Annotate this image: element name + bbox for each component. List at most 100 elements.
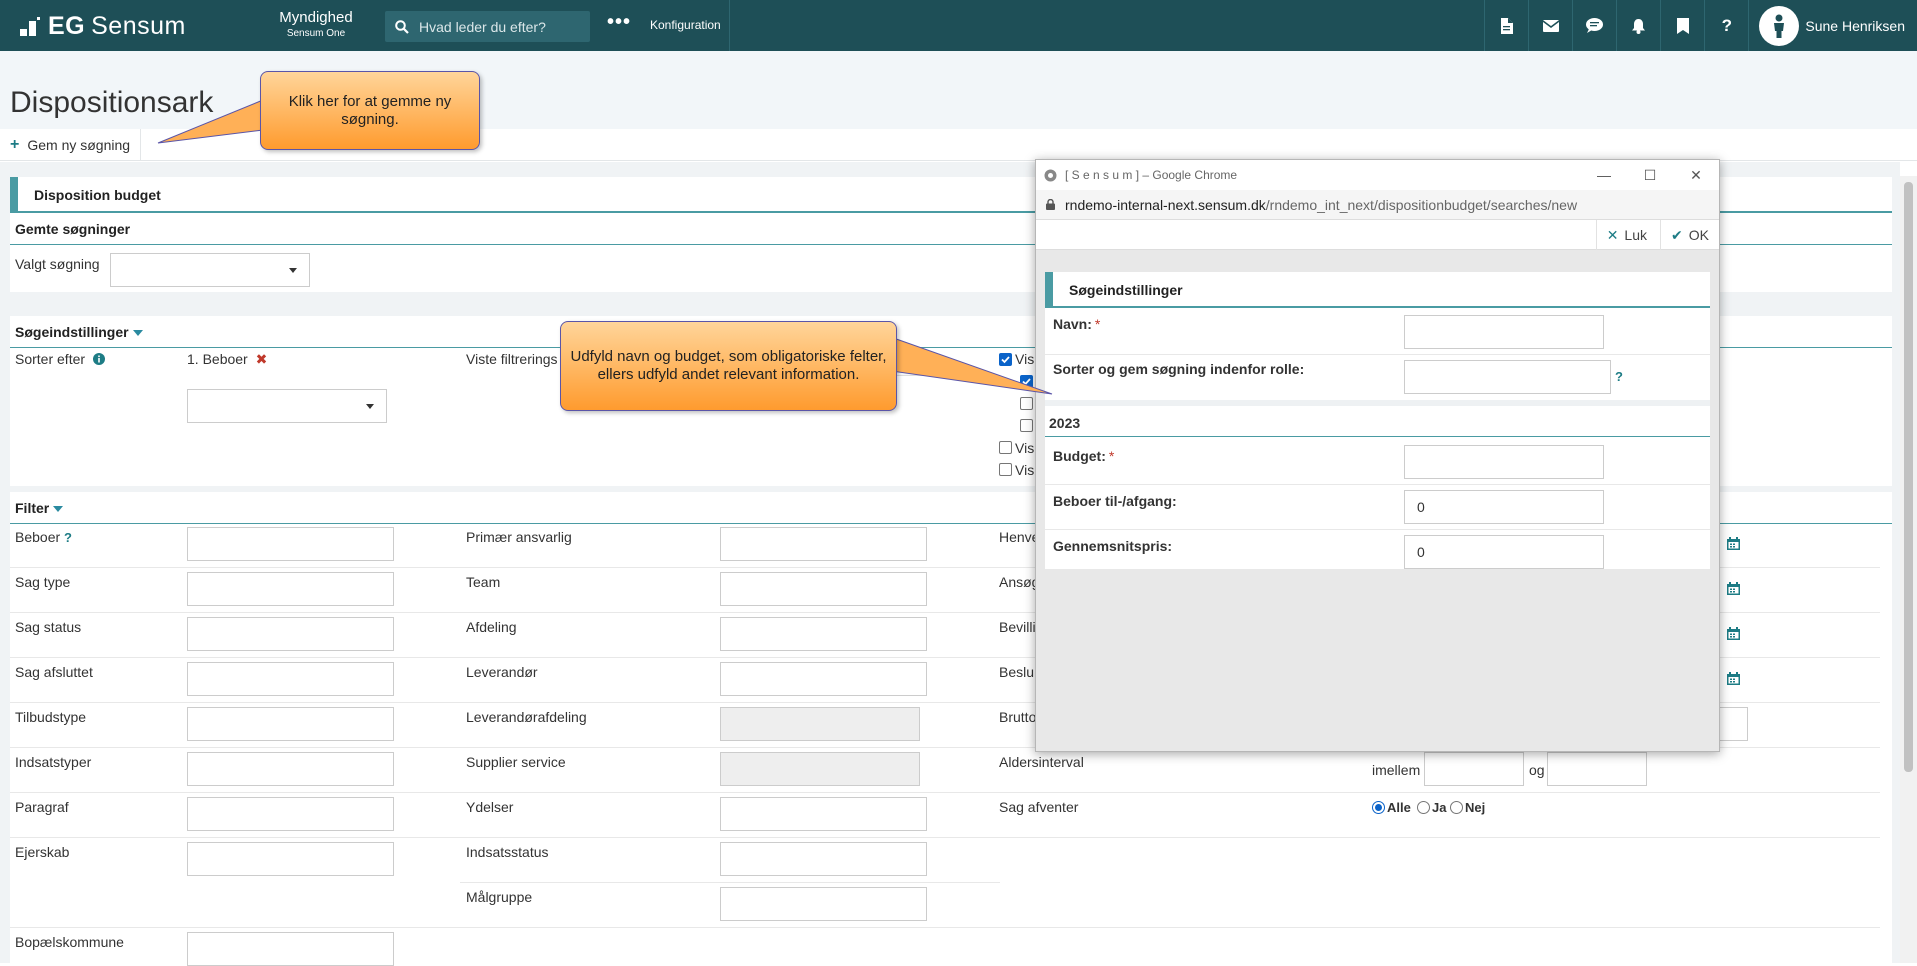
fill-hint-pointer bbox=[884, 334, 1053, 395]
paragraf-input[interactable] bbox=[187, 797, 394, 831]
shown-filters-label: Viste filtrerings bbox=[466, 351, 558, 367]
row-divider bbox=[1045, 354, 1710, 355]
avg-price-input[interactable]: 0 bbox=[1404, 535, 1604, 569]
show-filter-checkbox-4[interactable] bbox=[1020, 419, 1033, 432]
sag-type-input[interactable] bbox=[187, 572, 394, 606]
new-search-popup-window: [ S e n s u m ] – Google Chrome — ☐ ✕ rn… bbox=[1035, 159, 1720, 752]
url-path: /rndemo_int_next/dispositionbudget/searc… bbox=[1265, 196, 1578, 213]
help-icon[interactable]: ? bbox=[1615, 369, 1623, 384]
chosen-search-select[interactable] bbox=[110, 253, 310, 287]
age-to-input[interactable] bbox=[1547, 752, 1647, 786]
document-icon[interactable] bbox=[1484, 0, 1528, 51]
window-close-button[interactable]: ✕ bbox=[1673, 160, 1719, 190]
filter-label-sag-status: Sag status bbox=[15, 619, 82, 635]
tilbudstype-input[interactable] bbox=[187, 707, 394, 741]
help-icon[interactable]: ? bbox=[64, 530, 72, 545]
context-title: Myndighed bbox=[279, 9, 353, 26]
global-search bbox=[385, 11, 590, 42]
context-switcher[interactable]: Myndighed Sensum One bbox=[276, 9, 356, 39]
radio-alle[interactable] bbox=[1372, 801, 1385, 814]
team-input[interactable] bbox=[720, 572, 927, 606]
radio-nej-label: Nej bbox=[1465, 800, 1486, 815]
afdeling-input[interactable] bbox=[720, 617, 927, 651]
url-host: rndemo-internal-next.sensum.dk bbox=[1065, 196, 1266, 213]
show-filter-checkbox-5[interactable] bbox=[999, 441, 1012, 454]
person-icon bbox=[1774, 14, 1785, 38]
maximize-button[interactable]: ☐ bbox=[1627, 160, 1673, 190]
url-bar[interactable]: rndemo-internal-next.sensum.dk/rndemo_in… bbox=[1036, 190, 1719, 220]
bell-icon[interactable] bbox=[1616, 0, 1660, 51]
caret-down-icon bbox=[132, 330, 143, 337]
filter-label-ydelser: Ydelser bbox=[466, 799, 514, 815]
sort-by-select[interactable] bbox=[187, 389, 387, 423]
year-heading: 2023 bbox=[1049, 415, 1081, 431]
fill-fields-callout: Udfyld navn og budget, som obligatoriske… bbox=[560, 321, 897, 411]
calendar-icon[interactable] bbox=[1727, 582, 1740, 595]
filter-label-indsatstyper: Indsatstyper bbox=[15, 754, 92, 770]
leverandoer-input[interactable] bbox=[720, 662, 927, 696]
window-title: [ S e n s u m ] – Google Chrome bbox=[1065, 168, 1238, 182]
save-hint-pointer bbox=[157, 99, 264, 144]
filter-label-brutto: Brutto bbox=[999, 709, 1037, 725]
sag-status-input[interactable] bbox=[187, 617, 394, 651]
calendar-icon[interactable] bbox=[1727, 627, 1740, 640]
show-filter-label-5: Vis bbox=[1015, 440, 1035, 456]
more-menu-button[interactable]: ••• bbox=[607, 11, 631, 34]
filter-label-ejerskab: Ejerskab bbox=[15, 844, 70, 860]
row-divider bbox=[1045, 529, 1710, 530]
sag-afsluttet-input[interactable] bbox=[187, 662, 394, 696]
brand-logo[interactable]: EG Sensum bbox=[20, 12, 186, 41]
info-icon bbox=[92, 353, 105, 365]
configuration-link[interactable]: Konfiguration bbox=[642, 0, 730, 51]
row-divider bbox=[10, 792, 1880, 793]
minimize-button[interactable]: — bbox=[1581, 160, 1627, 190]
bookmark-icon[interactable] bbox=[1660, 0, 1704, 51]
row-divider bbox=[10, 837, 1880, 838]
calendar-icon[interactable] bbox=[1727, 672, 1740, 685]
remove-icon[interactable]: ✖ bbox=[256, 351, 268, 367]
popup-toolbar: ✕ Luk ✔ OK bbox=[1036, 220, 1719, 250]
save-search-callout: Klik her for at gemme ny søgning. bbox=[260, 71, 480, 150]
indsatstyper-input[interactable] bbox=[187, 752, 394, 786]
ok-button[interactable]: ✔ OK bbox=[1660, 220, 1719, 250]
avg-price-label: Gennemsnitspris: bbox=[1053, 538, 1173, 554]
close-button[interactable]: ✕ Luk bbox=[1595, 220, 1657, 250]
mail-icon[interactable] bbox=[1528, 0, 1572, 51]
ydelser-input[interactable] bbox=[720, 797, 927, 831]
radio-nej[interactable] bbox=[1450, 801, 1463, 814]
budget-input[interactable] bbox=[1404, 445, 1604, 479]
beboer-input[interactable] bbox=[187, 527, 394, 561]
supplier-service-input bbox=[720, 752, 920, 786]
scrollbar-thumb[interactable] bbox=[1904, 182, 1913, 772]
page-scrollbar[interactable] bbox=[1900, 176, 1917, 963]
filter-label-henvendelse: Henve bbox=[999, 529, 1040, 545]
name-label: Navn: * bbox=[1053, 316, 1101, 332]
help-icon[interactable]: ? bbox=[1704, 0, 1748, 51]
user-menu[interactable]: Sune Henriksen bbox=[1748, 0, 1917, 51]
filter-label-beboer: Beboer ? bbox=[15, 529, 72, 545]
search-settings-title: Søgeindstillinger bbox=[15, 324, 129, 340]
chat-icon[interactable] bbox=[1572, 0, 1616, 51]
search-input[interactable] bbox=[419, 18, 579, 35]
close-label: Luk bbox=[1624, 227, 1647, 243]
primaer-ansvarlig-input[interactable] bbox=[720, 527, 927, 561]
ejerskab-input[interactable] bbox=[187, 842, 394, 876]
radio-ja[interactable] bbox=[1417, 801, 1430, 814]
resident-change-input[interactable]: 0 bbox=[1404, 490, 1604, 524]
name-input[interactable] bbox=[1404, 315, 1604, 349]
age-from-input[interactable] bbox=[1424, 752, 1524, 786]
row-divider bbox=[460, 882, 1000, 883]
section-gap bbox=[1045, 400, 1710, 406]
sort-role-input[interactable] bbox=[1404, 360, 1611, 394]
sort-by-label: Sorter efter bbox=[15, 351, 105, 367]
brand-prefix: EG bbox=[48, 12, 86, 40]
indsatsstatus-input[interactable] bbox=[720, 842, 927, 876]
bopaelskommune-input[interactable] bbox=[187, 932, 394, 966]
filter-label-ansoegning: Ansøg bbox=[999, 574, 1040, 590]
top-navbar: EG Sensum Myndighed Sensum One ••• Konfi… bbox=[0, 0, 1917, 51]
save-new-search-button[interactable]: + Gem ny søgning bbox=[0, 129, 142, 161]
show-filter-checkbox-6[interactable] bbox=[999, 463, 1012, 476]
calendar-icon[interactable] bbox=[1727, 537, 1740, 550]
filter-label-primaer-ansvarlig: Primær ansvarlig bbox=[466, 529, 572, 545]
maalgruppe-input[interactable] bbox=[720, 887, 927, 921]
